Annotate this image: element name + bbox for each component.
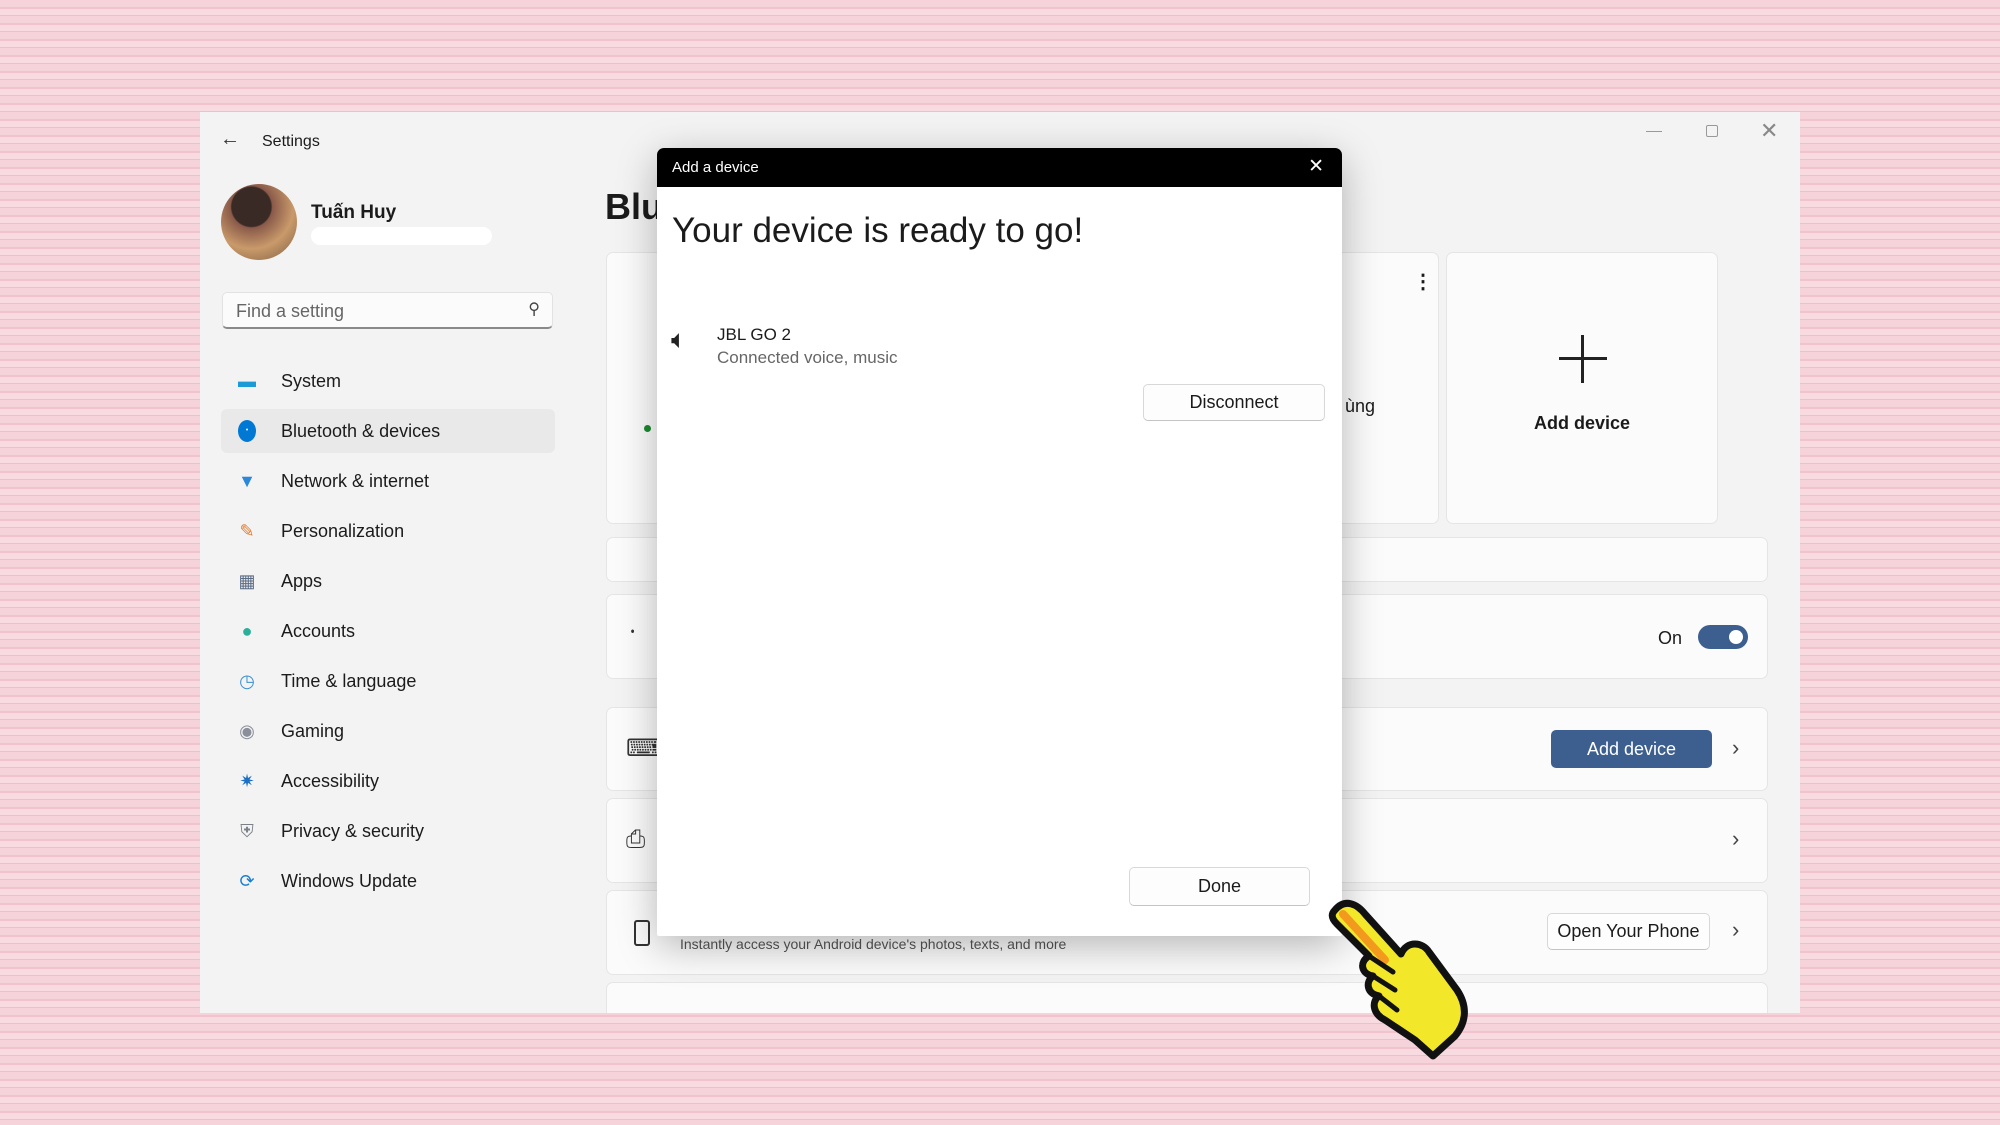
sidebar-item-label: Apps	[281, 570, 323, 591]
sidebar-item-label: Gaming	[281, 720, 345, 741]
device-card-name: ùng	[1345, 396, 1376, 416]
accessibility-icon: ✷	[239, 770, 255, 791]
sidebar-item-network[interactable]: ▼ Network & internet	[221, 459, 555, 503]
open-your-phone-button[interactable]: Open Your Phone	[1547, 913, 1710, 950]
wifi-icon: ▼	[238, 470, 256, 491]
user-name: Tuấn Huy	[311, 202, 397, 223]
chevron-right-icon[interactable]: ›	[1732, 917, 1739, 943]
apps-icon: ▦	[238, 570, 256, 591]
sidebar-item-label: Windows Update	[281, 870, 418, 891]
device-name: JBL GO 2	[717, 325, 792, 344]
chevron-right-icon[interactable]: ›	[1732, 735, 1739, 761]
printer-icon: ⎙	[626, 826, 646, 853]
search-placeholder: Find a setting	[236, 301, 345, 321]
more-options-icon[interactable]: ⋮	[1413, 269, 1433, 294]
shield-icon: ⛨	[240, 820, 254, 841]
partial-row[interactable]	[606, 982, 1768, 1013]
bluetooth-toggle[interactable]	[1698, 625, 1748, 649]
bluetooth-state-label: On	[1658, 628, 1683, 648]
sidebar-item-personalization[interactable]: ✎ Personalization	[221, 509, 555, 553]
window-title: Settings	[262, 133, 320, 150]
search-icon: ⚲	[528, 301, 540, 318]
sidebar-item-privacy[interactable]: ⛨ Privacy & security	[221, 809, 555, 853]
sidebar-item-label: Privacy & security	[281, 820, 425, 841]
speaker-icon: 🔈︎	[671, 324, 687, 354]
sidebar-item-label: Accounts	[281, 620, 356, 641]
status-dot	[644, 425, 651, 432]
phone-icon	[634, 920, 650, 946]
sidebar-item-label: Accessibility	[281, 770, 380, 791]
add-device-button[interactable]: Add device	[1551, 730, 1712, 768]
sidebar-item-label: System	[281, 370, 342, 391]
dialog-heading: Your device is ready to go!	[672, 211, 1084, 250]
disconnect-button[interactable]: Disconnect	[1143, 384, 1325, 421]
toggle-knob	[1729, 630, 1743, 644]
minimize-button[interactable]	[1646, 131, 1662, 132]
sidebar-item-bluetooth[interactable]: ᛫ Bluetooth & devices	[221, 409, 555, 453]
sidebar-item-label: Network & internet	[281, 470, 430, 491]
sidebar-item-apps[interactable]: ▦ Apps	[221, 559, 555, 603]
monitor-icon: ▬	[238, 370, 256, 391]
person-icon: ●	[241, 620, 253, 641]
dialog-titlebar: Add a device ✕	[657, 148, 1342, 187]
sidebar-item-system[interactable]: ▬ System	[221, 359, 555, 403]
sidebar-item-label: Personalization	[281, 520, 405, 541]
add-device-dialog: Add a device ✕ Your device is ready to g…	[657, 148, 1342, 936]
sidebar-item-label: Time & language	[281, 670, 417, 691]
sidebar-item-windows-update[interactable]: ⟳ Windows Update	[221, 859, 555, 903]
done-button[interactable]: Done	[1129, 867, 1310, 906]
sidebar-item-time-language[interactable]: ◷ Time & language	[221, 659, 555, 703]
bluetooth-icon: ᛫	[626, 620, 640, 645]
sidebar-item-gaming[interactable]: ◉ Gaming	[221, 709, 555, 753]
back-button[interactable]: ←	[220, 128, 240, 151]
avatar[interactable]	[221, 184, 297, 260]
gamepad-icon: ◉	[239, 720, 255, 741]
dialog-close-button[interactable]: ✕	[1308, 155, 1324, 178]
plus-icon	[1559, 335, 1607, 383]
keyboard-mouse-icon: ⌨	[626, 735, 661, 762]
sidebar-item-label: Bluetooth & devices	[281, 420, 441, 441]
brush-icon: ✎	[239, 520, 255, 541]
sidebar-item-accounts[interactable]: ● Accounts	[221, 609, 555, 653]
close-window-button[interactable]: ✕	[1760, 118, 1778, 144]
update-icon: ⟳	[239, 870, 255, 891]
user-email-redacted	[311, 227, 492, 245]
bluetooth-icon: ᛫	[238, 420, 256, 442]
page-title: Blu	[605, 186, 663, 227]
chevron-right-icon[interactable]: ›	[1732, 826, 1739, 852]
add-device-tile-label: Add device	[1533, 413, 1631, 433]
pointing-hand-icon	[1328, 899, 1468, 1060]
add-device-tile[interactable]: Add device	[1446, 252, 1718, 524]
maximize-button[interactable]	[1706, 125, 1718, 137]
search-input[interactable]: Find a setting ⚲	[222, 292, 553, 329]
device-status: Connected voice, music	[717, 348, 898, 367]
sidebar-item-accessibility[interactable]: ✷ Accessibility	[221, 759, 555, 803]
dialog-title: Add a device	[672, 159, 759, 176]
globe-clock-icon: ◷	[239, 670, 255, 691]
phone-description: Instantly access your Android device's p…	[680, 936, 1067, 952]
